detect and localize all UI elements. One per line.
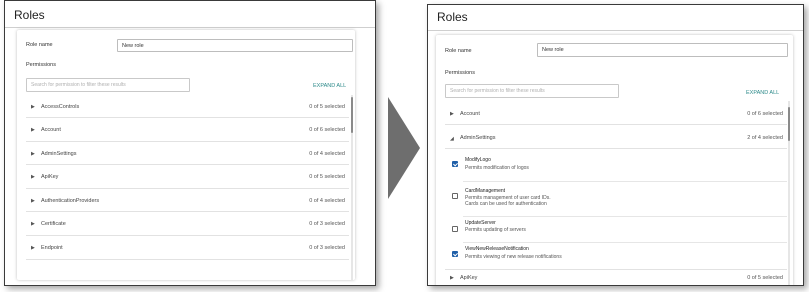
scrollbar-thumb[interactable] [788, 107, 790, 141]
role-form-card: Role name New role Permissions Search fo… [17, 30, 355, 280]
role-form-card: Role name New role Permissions Search fo… [436, 35, 793, 285]
group-name: ApiKey [460, 275, 478, 281]
group-count: 0 of 4 selected [309, 151, 345, 157]
roles-panel-after: Roles Role name New role Permissions Sea… [427, 4, 804, 286]
permission-name: ModifyLogo [465, 157, 491, 163]
group-name: AdminSettings [41, 151, 77, 157]
chevron-right-icon: ▶ [31, 127, 35, 133]
group-row-account[interactable]: ▶ Account 0 of 6 selected [445, 101, 787, 125]
permissions-label: Permissions [445, 70, 475, 76]
group-count: 0 of 6 selected [747, 111, 783, 117]
role-name-input[interactable]: New role [117, 39, 353, 52]
chevron-right-icon: ▶ [31, 245, 35, 251]
permission-group-list: ▶ Account 0 of 6 selected ◢ AdminSetting… [445, 101, 787, 285]
title-divider [5, 27, 375, 28]
roles-panel-before: Roles Role name New role Permissions Sea… [4, 0, 376, 286]
chevron-right-icon: ▶ [31, 198, 35, 204]
permission-divider [463, 242, 787, 243]
list-scrollbar[interactable] [351, 95, 353, 280]
role-name-label: Role name [445, 48, 472, 54]
chevron-right-icon: ▶ [450, 275, 454, 281]
group-row-apikey[interactable]: ▶ ApiKey 0 of 5 selected [26, 165, 349, 189]
transition-arrow-icon [388, 97, 420, 199]
group-name: AuthenticationProviders [41, 198, 100, 204]
role-name-input[interactable]: New role [537, 43, 788, 57]
chevron-right-icon: ▶ [31, 104, 35, 110]
page-title: Roles [437, 10, 468, 24]
group-name: AdminSettings [460, 135, 496, 141]
permission-checkbox[interactable] [452, 226, 458, 232]
chevron-right-icon: ▶ [450, 111, 454, 117]
group-count: 0 of 5 selected [747, 275, 783, 281]
permission-description: Cards can be used for authentication [465, 201, 547, 207]
permission-search-input[interactable]: Search for permission to filter these re… [445, 84, 619, 98]
expand-all-button[interactable]: EXPAND ALL [746, 90, 779, 96]
page-title: Roles [14, 8, 45, 22]
group-name: Account [41, 127, 61, 133]
chevron-right-icon: ▶ [31, 174, 35, 180]
group-row-account[interactable]: ▶ Account 0 of 6 selected [26, 118, 349, 142]
permission-name: UpdateServer [465, 220, 496, 226]
comparison-stage: Roles Role name New role Permissions Sea… [0, 0, 809, 292]
group-row-apikey[interactable]: ▶ ApiKey 0 of 5 selected [445, 269, 787, 285]
group-row-endpoint[interactable]: ▶ Endpoint 0 of 3 selected [26, 236, 349, 260]
permissions-label: Permissions [26, 62, 56, 68]
permission-item-viewnewreleasenotification: ViewNewReleaseNotification Permits viewi… [445, 246, 787, 270]
group-name: Account [460, 111, 480, 117]
group-count: 0 of 3 selected [309, 221, 345, 227]
group-name: Certificate [41, 221, 66, 227]
list-scrollbar[interactable] [788, 101, 790, 285]
permission-group-list: ▶ AccessControls 0 of 5 selected ▶ Accou… [26, 95, 349, 280]
permission-divider [463, 181, 787, 182]
permission-description: Permits modification of logos [465, 165, 529, 171]
permission-checkbox[interactable] [452, 251, 458, 257]
expand-all-button[interactable]: EXPAND ALL [313, 83, 346, 89]
permission-name: ViewNewReleaseNotification [465, 246, 529, 252]
group-count: 0 of 6 selected [309, 127, 345, 133]
permission-item-modifylogo: ModifyLogo Permits modification of logos [445, 157, 787, 181]
permission-description: Permits viewing of new release notificat… [465, 254, 562, 260]
permission-name: CardManagement [465, 188, 506, 194]
group-row-adminsettings[interactable]: ◢ AdminSettings 2 of 4 selected [445, 125, 787, 149]
group-count: 0 of 5 selected [309, 104, 345, 110]
group-count: 2 of 4 selected [747, 135, 783, 141]
permission-description: Permits updating of servers [465, 227, 526, 233]
permission-checkbox[interactable] [452, 193, 458, 199]
scrollbar-thumb[interactable] [351, 97, 353, 133]
chevron-right-icon: ▶ [31, 221, 35, 227]
chevron-right-icon: ▶ [31, 151, 35, 157]
chevron-down-icon: ◢ [450, 136, 454, 142]
role-name-label: Role name [26, 42, 53, 48]
group-name: ApiKey [41, 174, 59, 180]
group-count: 0 of 5 selected [309, 174, 345, 180]
title-divider [428, 30, 803, 31]
permission-item-updateserver: UpdateServer Permits updating of servers [445, 220, 787, 244]
group-row-adminsettings[interactable]: ▶ AdminSettings 0 of 4 selected [26, 142, 349, 165]
group-count: 0 of 3 selected [309, 245, 345, 251]
permission-divider [463, 216, 787, 217]
permission-checkbox[interactable] [452, 161, 458, 167]
group-row-authenticationproviders[interactable]: ▶ AuthenticationProviders 0 of 4 selecte… [26, 189, 349, 212]
permission-item-cardmanagement: CardManagement Permits management of use… [445, 188, 787, 218]
group-row-certificate[interactable]: ▶ Certificate 0 of 3 selected [26, 212, 349, 236]
group-name: Endpoint [41, 245, 63, 251]
group-count: 0 of 4 selected [309, 198, 345, 204]
permission-search-input[interactable]: Search for permission to filter these re… [26, 78, 190, 92]
group-row-accesscontrols[interactable]: ▶ AccessControls 0 of 5 selected [26, 95, 349, 118]
group-name: AccessControls [41, 104, 80, 110]
